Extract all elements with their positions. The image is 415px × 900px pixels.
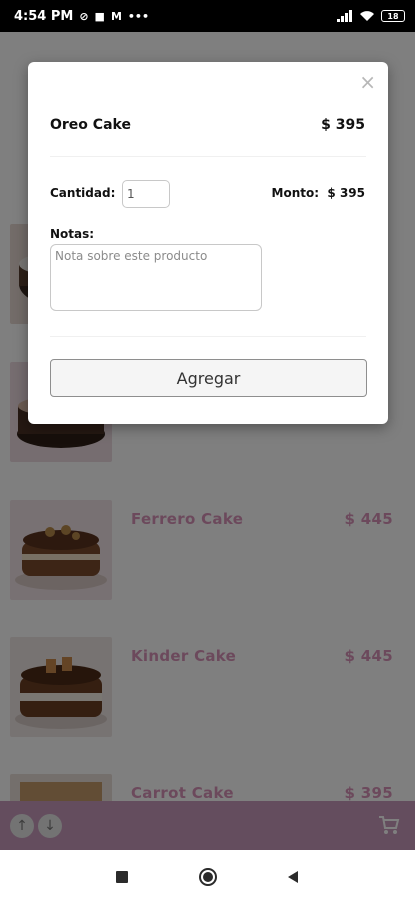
- gmail-icon: M: [110, 9, 122, 23]
- lock-icon: ■: [94, 9, 105, 23]
- notes-label: Notas:: [50, 227, 95, 241]
- clock: 4:54 PM: [14, 8, 74, 24]
- battery-level: 18: [387, 11, 399, 21]
- home-circle-icon[interactable]: [196, 865, 220, 889]
- add-button[interactable]: Agregar: [50, 359, 367, 397]
- more-icon: •••: [127, 9, 149, 23]
- system-nav-bar: [0, 850, 415, 900]
- add-product-dialog: × Oreo Cake $ 395 Cantidad: Monto: $ 395…: [28, 62, 388, 424]
- sync-off-icon: ⊘: [79, 9, 89, 23]
- dialog-product-name: Oreo Cake: [50, 117, 131, 133]
- status-left: 4:54 PM ⊘ ■ M •••: [14, 9, 149, 24]
- notes-field[interactable]: [50, 244, 262, 311]
- amount-text: Monto: $ 395: [271, 186, 365, 200]
- close-icon[interactable]: ×: [359, 70, 376, 94]
- wifi-icon: [360, 11, 374, 21]
- divider: [50, 156, 366, 157]
- quantity-label: Cantidad:: [50, 186, 116, 200]
- recents-square-icon[interactable]: [110, 865, 134, 889]
- divider: [50, 336, 366, 337]
- dialog-product-price: $ 395: [321, 117, 365, 133]
- status-bar: 4:54 PM ⊘ ■ M ••• 18: [0, 0, 415, 32]
- signal-icon: [337, 10, 352, 22]
- status-right: 18: [337, 10, 405, 22]
- quantity-input[interactable]: [122, 180, 170, 208]
- battery-icon: 18: [381, 10, 405, 22]
- back-triangle-icon[interactable]: [281, 865, 305, 889]
